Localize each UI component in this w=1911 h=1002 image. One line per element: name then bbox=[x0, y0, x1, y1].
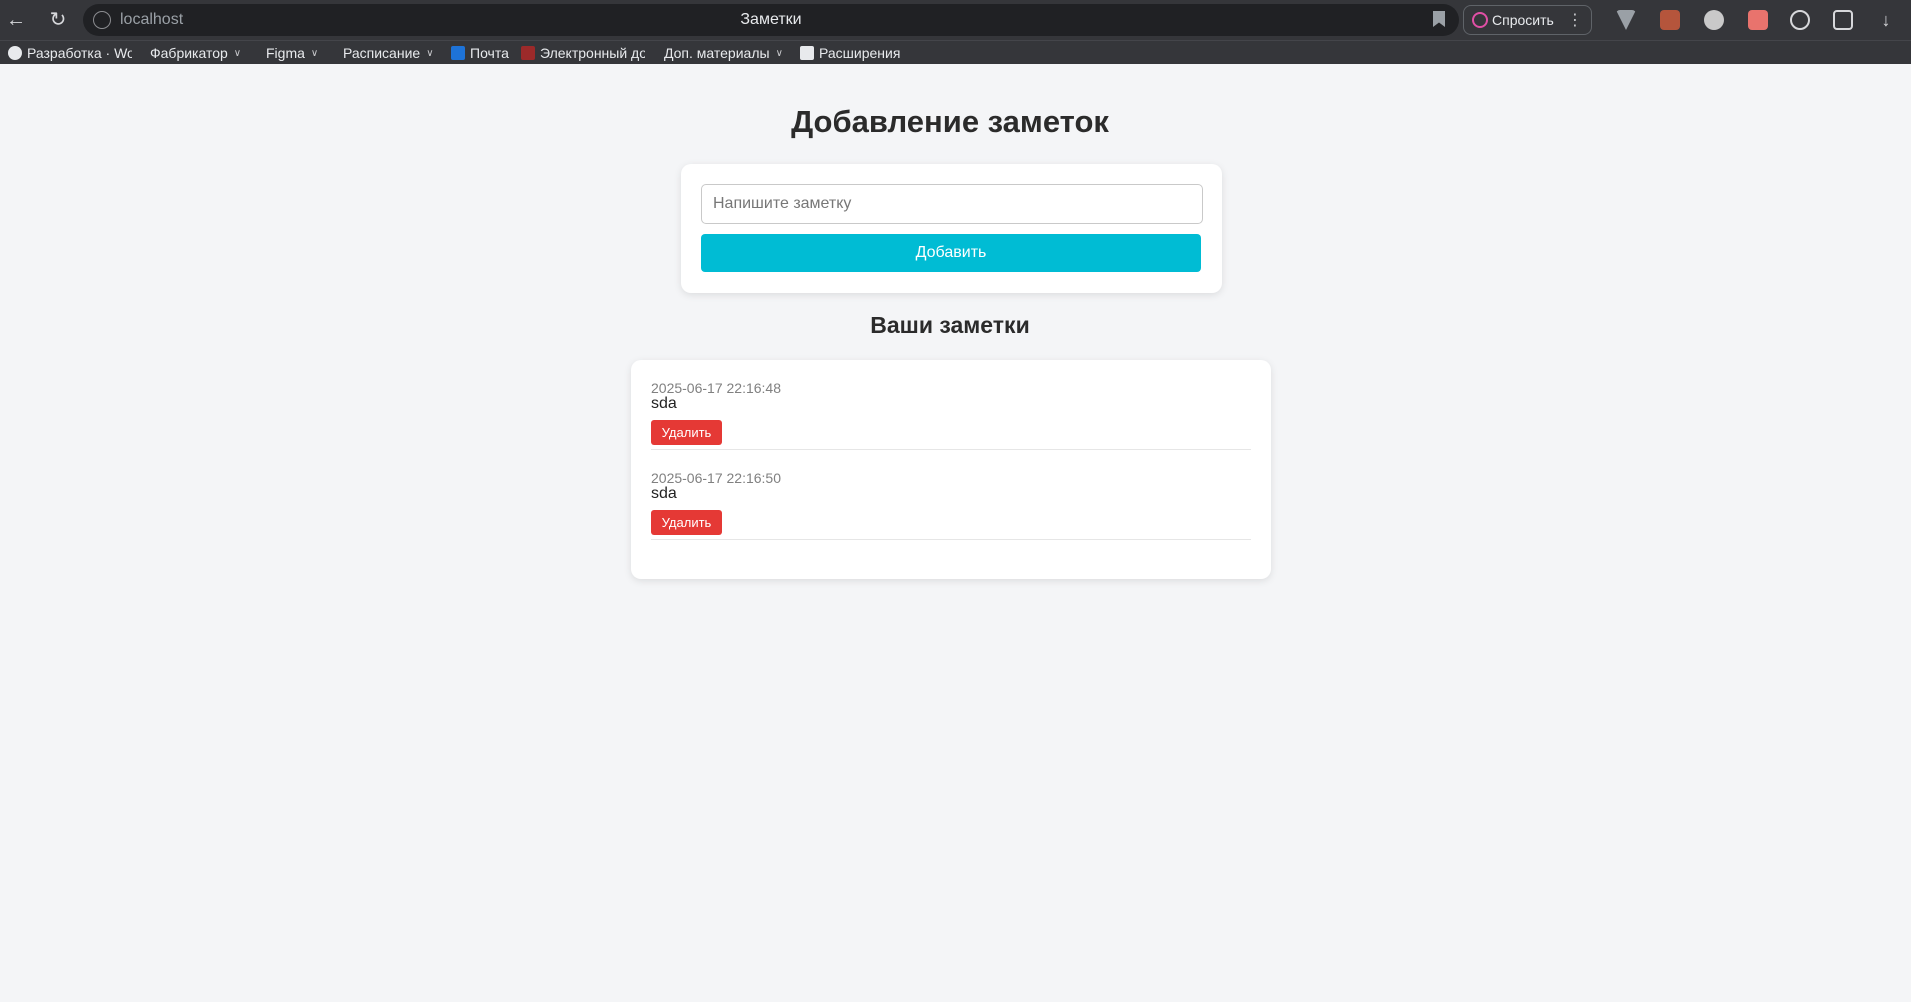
bookmark-folder-figma[interactable]: Figma ∨ bbox=[266, 44, 318, 62]
note-item: 2025-06-17 22:16:48 sda Удалить bbox=[651, 360, 1251, 450]
bookmark-label: Доп. материалы bbox=[664, 45, 770, 61]
more-icon[interactable]: ⋮ bbox=[1567, 10, 1583, 30]
ask-button[interactable]: Спросить ⋮ bbox=[1463, 5, 1592, 35]
coconut-extension-icon[interactable] bbox=[1704, 10, 1724, 30]
page-title: Добавление заметок bbox=[791, 104, 1109, 139]
browser-toolbar: ← ↻ localhost Заметки Спросить ⋮ ↓ bbox=[0, 0, 1911, 40]
ask-icon bbox=[1472, 12, 1488, 28]
note-text: sda bbox=[651, 485, 677, 502]
notes-list-title: Ваши заметки bbox=[870, 312, 1030, 338]
bookmark-elektronny-dok[interactable]: Электронный док bbox=[521, 44, 645, 62]
note-timestamp: 2025-06-17 22:16:48 bbox=[651, 380, 781, 396]
bookmark-razrabotka[interactable]: Разработка · Worl bbox=[8, 44, 132, 62]
bookmark-label: Почта bbox=[470, 45, 509, 61]
document-icon bbox=[521, 46, 535, 60]
add-note-button[interactable]: Добавить bbox=[701, 234, 1201, 272]
note-item: 2025-06-17 22:16:50 sda Удалить bbox=[651, 450, 1251, 540]
bookmark-folder-raspisanie[interactable]: Расписание ∨ bbox=[343, 44, 434, 62]
bookmark-rasshireniya[interactable]: Расширения bbox=[800, 44, 900, 62]
url-text[interactable]: localhost bbox=[120, 11, 183, 29]
back-arrow-icon[interactable]: ← bbox=[4, 8, 28, 32]
bookmark-label: Разработка · Worl bbox=[27, 45, 132, 61]
delete-note-button[interactable]: Удалить bbox=[651, 420, 722, 445]
ask-label: Спросить bbox=[1492, 12, 1554, 28]
note-input[interactable] bbox=[701, 184, 1203, 224]
extensions-puzzle-icon[interactable] bbox=[1833, 10, 1853, 30]
tab-title: Заметки bbox=[740, 11, 802, 28]
chevron-down-icon: ∨ bbox=[310, 47, 319, 59]
delete-note-button[interactable]: Удалить bbox=[651, 510, 722, 535]
bookmark-label: Figma bbox=[266, 45, 305, 61]
bookmark-label: Электронный док bbox=[540, 45, 645, 61]
notes-list: 2025-06-17 22:16:48 sda Удалить 2025-06-… bbox=[631, 360, 1271, 579]
note-text: sda bbox=[651, 395, 677, 412]
chevron-down-icon: ∨ bbox=[775, 47, 783, 59]
bookmark-label: Расширения bbox=[819, 45, 901, 61]
bookmark-folder-fabrikator[interactable]: Фабрикатор ∨ bbox=[150, 44, 241, 62]
note-timestamp: 2025-06-17 22:16:50 bbox=[651, 470, 781, 486]
gear-icon bbox=[8, 46, 22, 60]
bookmark-folder-dop-materialy[interactable]: Доп. материалы ∨ bbox=[664, 44, 783, 62]
bookmark-star-icon[interactable] bbox=[1433, 11, 1445, 27]
reload-icon[interactable]: ↻ bbox=[46, 8, 70, 32]
address-bar[interactable]: localhost Заметки bbox=[83, 4, 1459, 36]
bookmark-label: Расписание bbox=[343, 45, 421, 61]
outlook-icon bbox=[451, 46, 465, 60]
download-icon[interactable]: ↓ bbox=[1874, 8, 1898, 32]
chevron-down-icon: ∨ bbox=[233, 47, 242, 59]
sticker-extension-icon[interactable] bbox=[1748, 10, 1768, 30]
chevron-down-icon: ∨ bbox=[426, 47, 434, 59]
bookmarks-bar: Разработка · Worl Фабрикатор ∨ Figma ∨ Р… bbox=[0, 40, 1911, 64]
puzzle-icon bbox=[800, 46, 814, 60]
add-note-form: Добавить bbox=[681, 164, 1222, 293]
bookmark-label: Фабрикатор bbox=[150, 45, 228, 61]
bookmark-pochta[interactable]: Почта bbox=[451, 44, 509, 62]
v-extension-icon[interactable] bbox=[1616, 10, 1636, 30]
site-info-icon[interactable] bbox=[93, 11, 111, 29]
media-play-icon[interactable] bbox=[1790, 10, 1810, 30]
character-extension-icon[interactable] bbox=[1660, 10, 1680, 30]
